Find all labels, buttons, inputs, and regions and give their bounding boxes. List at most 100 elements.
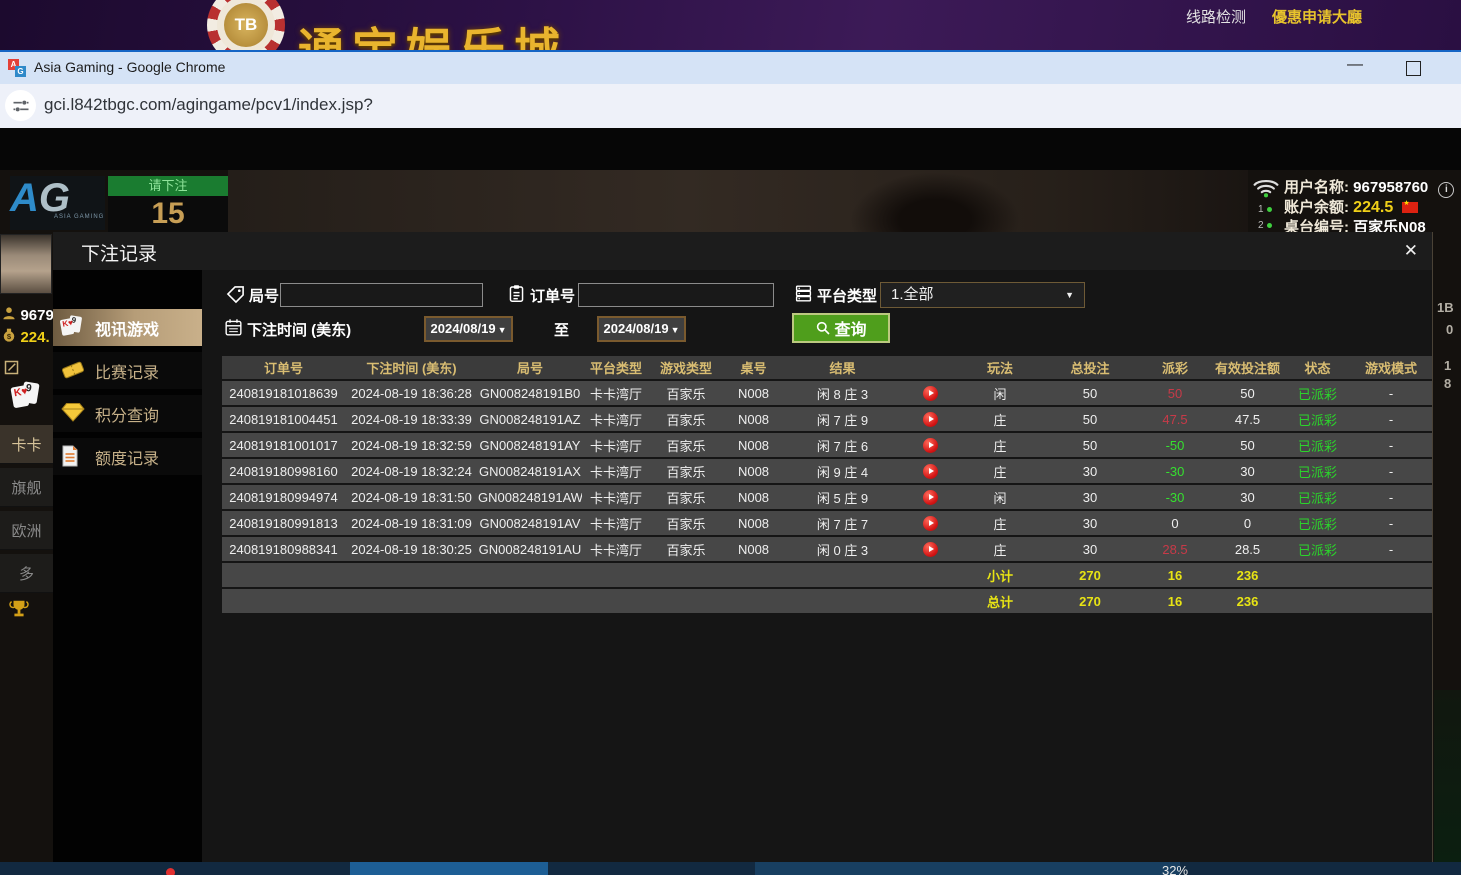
table-cell: GN008248191AV (478, 516, 582, 531)
table-cell: -30 (1140, 490, 1210, 505)
table-cell (900, 489, 960, 505)
maximize-button[interactable] (1406, 61, 1421, 76)
table-cell: 闲 7 庄 7 (785, 514, 900, 533)
platform-type-label: 平台类型 (817, 285, 877, 306)
address-bar[interactable]: gci.l842tbgc.com/agingame/pcv1/index.jsp… (0, 84, 1461, 129)
table-cell: 闲 7 庄 9 (785, 410, 900, 429)
document-icon (61, 445, 87, 469)
table-cell: 236 (1210, 594, 1285, 609)
ag-logo-subtitle: ASIA GAMING (54, 214, 104, 220)
table-cell: 16 (1140, 568, 1210, 583)
table-cell: 卡卡湾厅 (582, 514, 650, 533)
date-from-picker[interactable]: 2024/08/19▼ (424, 316, 513, 342)
table-cell: 已派彩 (1285, 514, 1350, 533)
table-cell: 30 (1040, 542, 1140, 557)
modal-title: 下注记录 (81, 239, 157, 266)
replay-video-button[interactable] (923, 490, 938, 505)
table-cell: 已派彩 (1285, 462, 1350, 481)
table-cell: 百家乐 (650, 436, 722, 455)
lobby-tab-multi[interactable]: 多 (0, 554, 53, 593)
lobby-tab-flagship[interactable]: 旗舰 (0, 468, 53, 507)
minimize-button[interactable]: — (1344, 58, 1366, 76)
table-cell: -50 (1140, 438, 1210, 453)
replay-video-button[interactable] (923, 542, 938, 557)
svg-text:$: $ (7, 332, 12, 341)
taskbar-segment[interactable] (350, 862, 548, 875)
table-row: 2408191810186392024-08-19 18:36:28GN0082… (222, 381, 1432, 405)
table-cell: 百家乐 (650, 514, 722, 533)
table-cell: 百家乐 (650, 462, 722, 481)
table-cell: 240819180994974 (222, 490, 345, 505)
table-cell: 2024-08-19 18:31:50 (345, 490, 478, 505)
table-cell: GN008248191B0 (478, 386, 582, 401)
chevron-down-icon: ▼ (671, 325, 680, 335)
url-text[interactable]: gci.l842tbgc.com/agingame/pcv1/index.jsp… (44, 95, 373, 115)
table-cell: 16 (1140, 594, 1210, 609)
table-cell: 50 (1040, 412, 1140, 427)
column-header: 订单号 (222, 358, 345, 377)
site-settings-icon[interactable] (5, 90, 36, 121)
bottom-taskbar (0, 862, 1461, 875)
order-id-label: 订单号 (530, 285, 575, 306)
edit-note-icon[interactable] (4, 360, 19, 380)
user-name-value: 967958760 (1353, 179, 1428, 196)
line-option-2[interactable]: 2 (1258, 220, 1272, 231)
tab-match-records[interactable]: 比赛记录 (53, 352, 202, 389)
close-icon[interactable]: ✕ (1404, 241, 1418, 261)
line-option-1[interactable]: 1 (1258, 204, 1272, 215)
promo-hall-link[interactable]: 優惠申请大廳 (1272, 6, 1362, 27)
table-cell (900, 385, 960, 401)
table-cell: 庄 (960, 410, 1040, 429)
column-header: 桌号 (722, 358, 785, 377)
replay-video-button[interactable] (923, 412, 938, 427)
table-cell: 30 (1040, 490, 1140, 505)
table-cell: 总计 (960, 592, 1040, 611)
table-cell: 庄 (960, 540, 1040, 559)
tab-quota-records[interactable]: 额度记录 (53, 438, 202, 475)
diamond-icon (61, 402, 87, 426)
table-cell: GN008248191AW (478, 490, 582, 505)
bet-records-table: 订单号下注时间 (美东)局号平台类型游戏类型桌号结果玩法总投注派彩有效投注额状态… (222, 356, 1432, 613)
user-id-fragment: 9679 (2, 306, 54, 325)
tab-video-games[interactable]: 9K♥ 视讯游戏 (53, 309, 202, 346)
tab-points-query[interactable]: 积分查询 (53, 395, 202, 432)
table-cell: 闲 0 庄 3 (785, 540, 900, 559)
replay-video-button[interactable] (923, 464, 938, 479)
platform-list-icon (794, 284, 813, 303)
table-cell: 30 (1040, 516, 1140, 531)
info-icon[interactable]: i (1438, 182, 1454, 198)
user-name-label: 用户名称: (1284, 179, 1349, 196)
replay-video-button[interactable] (923, 386, 938, 401)
table-cell (900, 541, 960, 557)
column-header: 派彩 (1140, 358, 1210, 377)
table-cell: 卡卡湾厅 (582, 462, 650, 481)
taskbar-segment[interactable] (755, 862, 1180, 875)
lobby-tab-europe[interactable]: 欧洲 (0, 511, 53, 550)
trophy-icon[interactable] (8, 598, 30, 625)
column-header: 玩法 (960, 358, 1040, 377)
casino-chip-logo: TB (207, 0, 285, 52)
balance-label: 账户余额: (1284, 199, 1349, 216)
bet-table-header: 订单号下注时间 (美东)局号平台类型游戏类型桌号结果玩法总投注派彩有效投注额状态… (222, 356, 1432, 379)
table-row: 2408191810044512024-08-19 18:33:39GN0082… (222, 407, 1432, 431)
date-to-picker[interactable]: 2024/08/19▼ (597, 316, 686, 342)
column-header: 游戏类型 (650, 358, 722, 377)
replay-video-button[interactable] (923, 516, 938, 531)
replay-video-button[interactable] (923, 438, 938, 453)
platform-type-value: 1.全部 (891, 286, 934, 303)
table-row: 2408191809981602024-08-19 18:32:24GN0082… (222, 459, 1432, 483)
bg-fragment: 0 (1446, 322, 1453, 337)
table-cell: 卡卡湾厅 (582, 488, 650, 507)
lobby-tab-kaka[interactable]: 卡卡 (0, 425, 53, 464)
table-cell: 50 (1210, 386, 1285, 401)
bet-timer: 请下注 15 (108, 176, 228, 232)
line-check-link[interactable]: 线路检测 (1186, 6, 1246, 27)
cards-icon: 9K♥ (61, 316, 87, 340)
order-id-input[interactable] (578, 283, 774, 307)
round-id-input[interactable] (280, 283, 483, 307)
dealer-silhouette (850, 172, 1020, 232)
platform-type-select[interactable]: 1.全部 ▼ (880, 282, 1085, 308)
table-cell: 闲 9 庄 4 (785, 462, 900, 481)
search-button[interactable]: 查询 (792, 313, 890, 343)
column-header: 状态 (1285, 358, 1350, 377)
